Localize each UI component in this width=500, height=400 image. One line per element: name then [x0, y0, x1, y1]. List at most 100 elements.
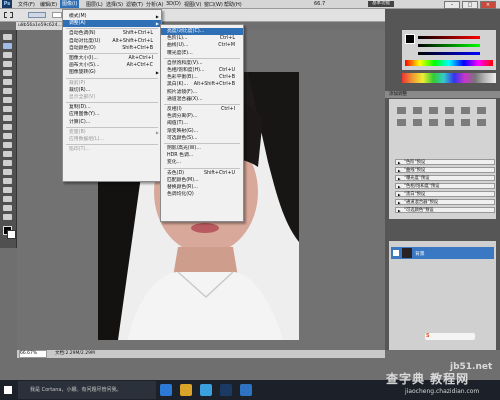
- feather-field[interactable]: [52, 12, 62, 18]
- clone-stamp-tool-icon[interactable]: [3, 106, 12, 112]
- adjustments-menu-item[interactable]: 色调分离(P)...: [161, 113, 243, 120]
- background-color-swatch[interactable]: [7, 230, 16, 239]
- adjustment-preset-row[interactable]: ▶ "黑白"预设: [395, 191, 495, 197]
- adjustment-preset-row[interactable]: ▶ "可选颜色"预设: [395, 207, 495, 213]
- adjustments-menu-item[interactable]: 曲线(U)... Ctrl+M: [161, 42, 243, 49]
- lasso-tool-icon[interactable]: [3, 52, 12, 58]
- image-menu-item[interactable]: 计算(C)...: [63, 119, 161, 126]
- menu-edit[interactable]: 编辑(E): [40, 1, 57, 8]
- adjustment-icon[interactable]: [429, 107, 438, 114]
- edge-icon[interactable]: [160, 384, 172, 396]
- windows-start-icon[interactable]: [4, 386, 12, 394]
- eraser-tool-icon[interactable]: [3, 124, 12, 130]
- adjustments-menu-item[interactable]: 去色(D) Shift+Ctrl+U: [161, 170, 243, 177]
- adjustment-icon[interactable]: [413, 107, 422, 114]
- image-menu-item[interactable]: 复制(D)...: [63, 104, 161, 111]
- adjustments-menu-item[interactable]: 亮度/对比度(C)...: [161, 28, 243, 35]
- menu-filter[interactable]: 滤镜(T): [126, 1, 143, 8]
- adjustment-preset-row[interactable]: ▶ "色相/饱和度"预设: [395, 183, 495, 189]
- image-menu-item[interactable]: 自动色调(N) Shift+Ctrl+L: [63, 30, 161, 37]
- eyedropper-tool-icon[interactable]: [3, 79, 12, 85]
- menu-image[interactable]: 图像(I): [60, 0, 80, 8]
- adjustments-menu-item[interactable]: 反相(I) Ctrl+I: [161, 106, 243, 113]
- 3d-rotate-tool-icon[interactable]: [3, 196, 12, 202]
- marquee-tool-icon[interactable]: [3, 43, 12, 49]
- menu-file[interactable]: 文件(F): [18, 1, 35, 8]
- expand-triangle-icon[interactable]: ▶: [398, 184, 401, 190]
- path-selection-tool-icon[interactable]: [3, 178, 12, 184]
- gradient-tool-icon[interactable]: [3, 133, 12, 139]
- minimize-button[interactable]: –: [444, 1, 460, 9]
- menu-layer[interactable]: 图层(L): [86, 1, 103, 8]
- adjustment-preset-row[interactable]: ▶ "曝光度"预设: [395, 175, 495, 181]
- adjustment-icon[interactable]: [429, 119, 438, 126]
- adjustment-preset-row[interactable]: ▶ "通道混合器"预设: [395, 199, 495, 205]
- expand-triangle-icon[interactable]: ▶: [398, 208, 401, 214]
- healing-brush-tool-icon[interactable]: [3, 88, 12, 94]
- sogou-input-icon[interactable]: S: [425, 333, 475, 340]
- adjustment-icon[interactable]: [397, 119, 406, 126]
- image-menu-item[interactable]: 模式(M) ▶: [63, 13, 161, 20]
- color-spectrum-bar[interactable]: [405, 60, 493, 66]
- adjustments-menu-item[interactable]: 阈值(T)...: [161, 120, 243, 127]
- history-brush-tool-icon[interactable]: [3, 115, 12, 121]
- adjustment-icon[interactable]: [477, 119, 486, 126]
- move-tool-icon[interactable]: [3, 34, 12, 40]
- adjustments-menu-item[interactable]: 阴影/高光(W)...: [161, 145, 243, 152]
- image-menu-item[interactable]: 图像大小(I)... Alt+Ctrl+I: [63, 55, 161, 62]
- adjustments-menu-item[interactable]: 匹配颜色(M)...: [161, 177, 243, 184]
- crop-tool-icon[interactable]: [3, 70, 12, 76]
- menu-view[interactable]: 视图(V): [184, 1, 201, 8]
- menu-3d[interactable]: 3D(D): [166, 1, 181, 7]
- essentials-workspace-button[interactable]: 基本功能: [368, 1, 394, 7]
- image-menu-item[interactable]: 自动颜色(O) Shift+Ctrl+B: [63, 45, 161, 52]
- red-slider[interactable]: [418, 36, 480, 39]
- menu-help[interactable]: 帮助(H): [224, 1, 242, 8]
- adjustment-icon[interactable]: [397, 107, 406, 114]
- photoshop-taskbar-icon[interactable]: [220, 384, 232, 396]
- adjustments-panel-header[interactable]: 添加调整: [385, 91, 500, 98]
- dodge-tool-icon[interactable]: [3, 151, 12, 157]
- menu-analysis[interactable]: 分析(A): [146, 1, 163, 8]
- adjustments-menu-item[interactable]: 自然饱和度(V)...: [161, 60, 243, 67]
- adjustments-menu-item[interactable]: 色相/饱和度(H)... Ctrl+U: [161, 67, 243, 74]
- image-menu-item[interactable]: 画布大小(S)... Alt+Ctrl+C: [63, 62, 161, 69]
- image-menu-item[interactable]: 裁切(R)...: [63, 87, 161, 94]
- image-menu-item[interactable]: 调整(A) ▶: [63, 20, 161, 28]
- selection-mode-icon[interactable]: [28, 12, 46, 18]
- file-explorer-icon[interactable]: [180, 384, 192, 396]
- expand-triangle-icon[interactable]: ▶: [398, 160, 401, 166]
- menu-window[interactable]: 窗口(W): [204, 1, 223, 8]
- image-menu-item[interactable]: 图像旋转(G) ▶: [63, 69, 161, 76]
- adjustments-menu-item[interactable]: 色调均化(Q): [161, 191, 243, 198]
- blue-slider[interactable]: [418, 52, 480, 55]
- adjustments-menu-item[interactable]: 黑白(K)... Alt+Shift+Ctrl+B: [161, 81, 243, 88]
- adjustments-menu-item[interactable]: 照片滤镜(F)...: [161, 89, 243, 96]
- adjustments-menu-item[interactable]: HDR 色调...: [161, 152, 243, 159]
- layer-visibility-icon[interactable]: [393, 250, 399, 256]
- image-menu-item[interactable]: 应用图像(Y)...: [63, 111, 161, 118]
- zoom-field[interactable]: 66.67%: [19, 350, 47, 358]
- adjustment-preset-row[interactable]: ▶ "色阶"预设: [395, 159, 495, 165]
- layer-name[interactable]: 背景: [415, 250, 425, 257]
- pen-tool-icon[interactable]: [3, 160, 12, 166]
- adjustments-menu-item[interactable]: 渐变映射(G)...: [161, 128, 243, 135]
- adjustment-icon[interactable]: [461, 107, 470, 114]
- browser-icon[interactable]: [240, 384, 252, 396]
- expand-triangle-icon[interactable]: ▶: [398, 168, 401, 174]
- cortana-search-box[interactable]: 我是 Cortana，小娜。有问题尽管问我。: [18, 381, 156, 399]
- adjustments-menu-item[interactable]: 色阶(L)... Ctrl+L: [161, 35, 243, 42]
- brush-tool-icon[interactable]: [3, 97, 12, 103]
- foreground-swatch[interactable]: [405, 34, 415, 44]
- expand-triangle-icon[interactable]: ▶: [398, 176, 401, 182]
- adjustments-menu-item[interactable]: 曝光度(E)...: [161, 50, 243, 57]
- close-button[interactable]: ×: [480, 1, 496, 9]
- adjustment-preset-row[interactable]: ▶ "曲线"预设: [395, 167, 495, 173]
- magic-wand-tool-icon[interactable]: [3, 61, 12, 67]
- shape-tool-icon[interactable]: [3, 187, 12, 193]
- adjustment-icon[interactable]: [445, 107, 454, 114]
- adjustment-icon[interactable]: [477, 107, 486, 114]
- adjustments-menu-item[interactable]: 可选颜色(S)...: [161, 135, 243, 142]
- maximize-button[interactable]: □: [462, 1, 478, 9]
- expand-triangle-icon[interactable]: ▶: [398, 192, 401, 198]
